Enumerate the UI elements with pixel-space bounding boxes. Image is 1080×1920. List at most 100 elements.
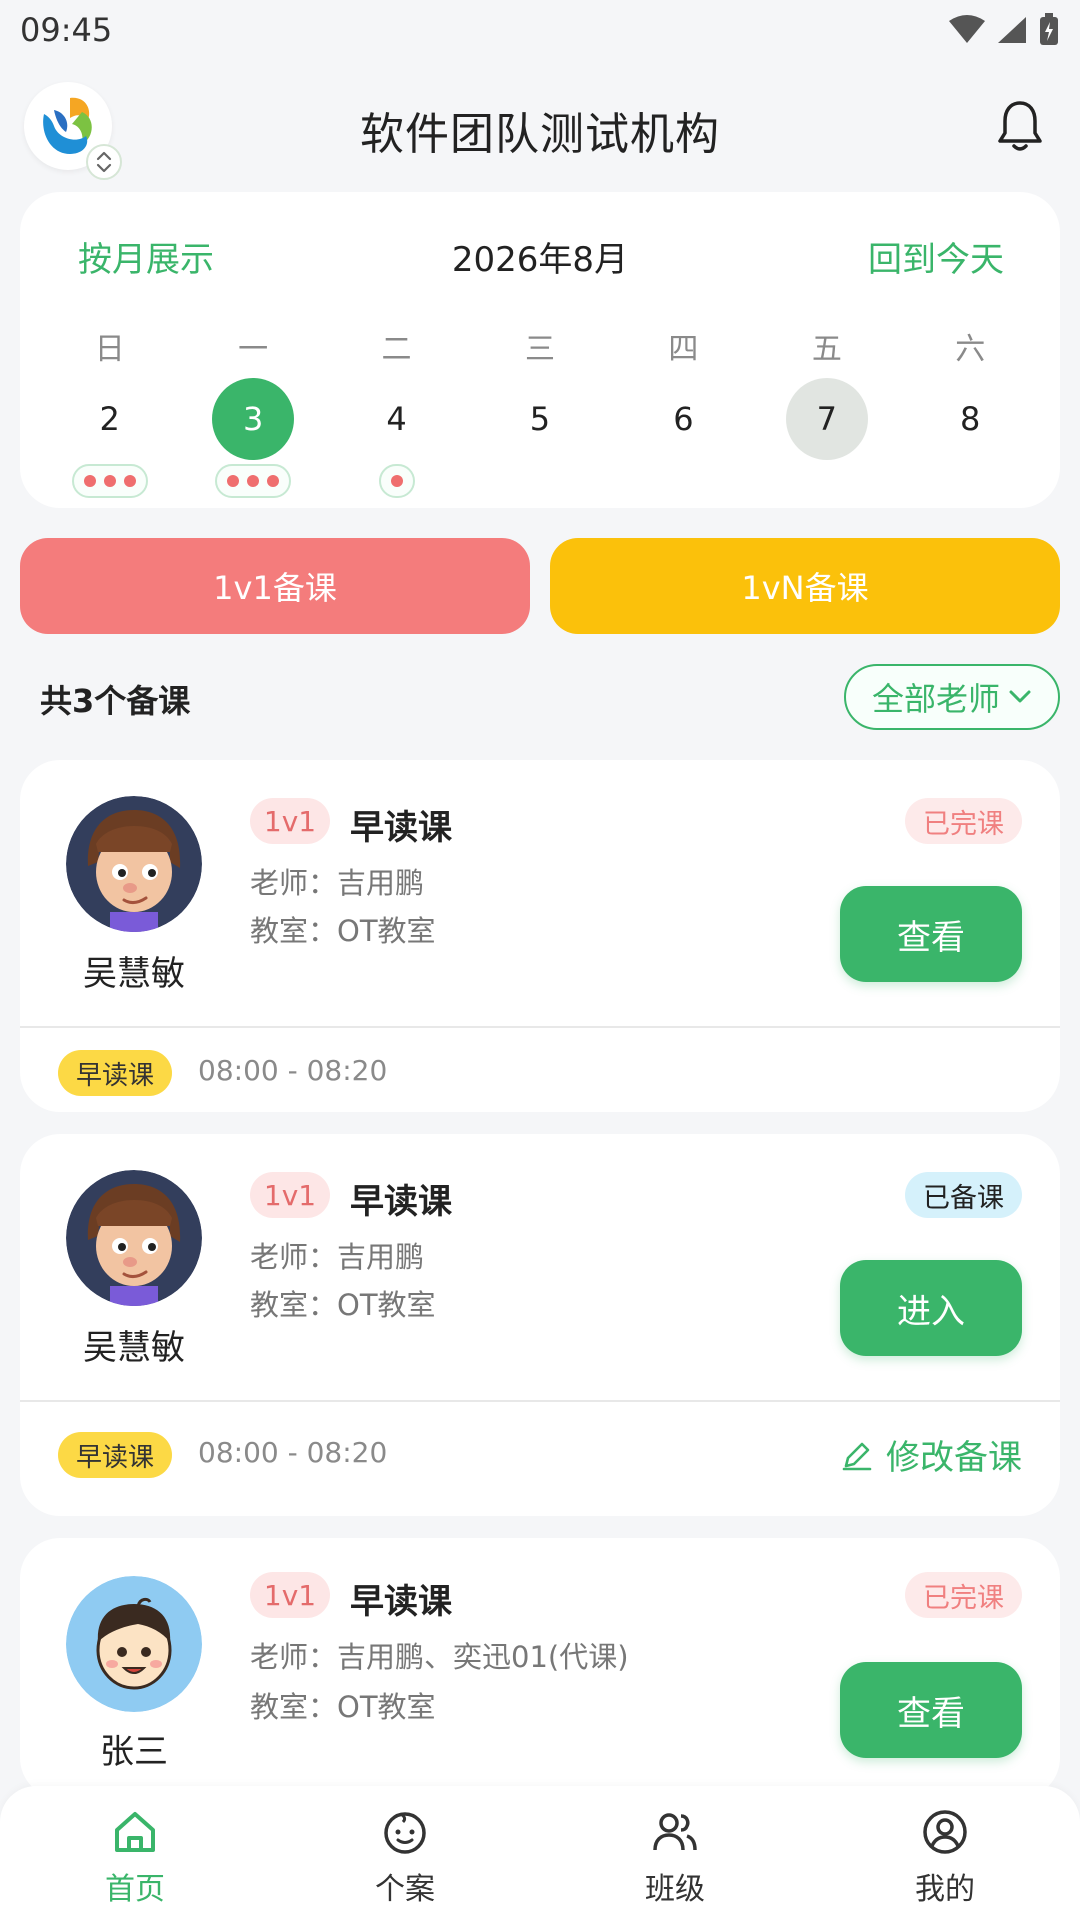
users-icon: [653, 1813, 697, 1851]
nav-classes-label: 班级: [645, 1872, 705, 1907]
student-name: 吴慧敏: [83, 1328, 185, 1368]
signal-icon: [998, 17, 1026, 43]
weekday-label: 一: [238, 332, 269, 367]
boy-avatar-icon: [66, 1576, 202, 1712]
lesson-dot: [227, 475, 240, 487]
day-number[interactable]: 3: [212, 378, 295, 460]
month-view-toggle[interactable]: 按月展示: [78, 232, 214, 281]
divider: [20, 1400, 1060, 1402]
day-number[interactable]: 8: [929, 378, 1011, 460]
day-number[interactable]: 7: [785, 378, 868, 460]
period-tag: 早读课: [58, 1432, 173, 1478]
battery-icon: [1040, 13, 1058, 45]
weekday-label: 四: [668, 332, 699, 367]
divider: [20, 1026, 1060, 1028]
period-tag: 早读课: [58, 1050, 173, 1096]
nav-classes[interactable]: 班级: [540, 1786, 810, 1920]
lesson-card[interactable]: 吴慧敏 1v1 早读课 老师：吉用鹏 教室：OT教室 已备课 进入 早读课 08…: [20, 1134, 1060, 1516]
bell-icon: [998, 101, 1042, 151]
avatar: [66, 796, 202, 932]
lesson-card[interactable]: 张三 1v1 早读课 老师：吉用鹏、奕迅01(代课) 教室：OT教室 已完课 查…: [20, 1538, 1060, 1798]
lesson-dot: [390, 475, 403, 487]
nav-home-label: 首页: [105, 1872, 165, 1907]
calendar-day[interactable]: 二4: [325, 330, 468, 498]
lesson-indicator: [378, 464, 415, 498]
lesson-dot: [103, 475, 116, 487]
prep-1v1-button[interactable]: 1v1备课: [20, 538, 530, 634]
girl-avatar-icon: [66, 1170, 202, 1306]
back-to-today-button[interactable]: 回到今天: [868, 232, 1004, 281]
nav-cases[interactable]: 个案: [270, 1786, 540, 1920]
lesson-indicator: [71, 464, 148, 498]
classroom-info: 教室：OT教室: [250, 914, 436, 948]
nav-cases-label: 个案: [375, 1872, 435, 1907]
lesson-type-tag: 1v1: [250, 1572, 330, 1618]
lesson-card[interactable]: 吴慧敏 1v1 早读课 老师：吉用鹏 教室：OT教室 已完课 查看 早读课 08…: [20, 760, 1060, 1112]
calendar-card: 按月展示 2026年8月 回到今天 日2一3二4三5四6五7六8: [20, 192, 1060, 508]
weekday-label: 五: [811, 332, 842, 367]
lesson-count: 共3个备课: [40, 682, 191, 720]
calendar-day[interactable]: 六8: [899, 330, 1042, 490]
calendar-day[interactable]: 三5: [468, 330, 611, 490]
course-name: 早读课: [350, 1582, 452, 1622]
lesson-dot: [247, 475, 260, 487]
lesson-type-tag: 1v1: [250, 1172, 330, 1218]
lesson-type-tag: 1v1: [250, 798, 330, 844]
day-number[interactable]: 5: [499, 378, 581, 460]
status-badge: 已完课: [905, 798, 1022, 844]
baby-face-icon: [384, 1812, 426, 1854]
teacher-filter-dropdown[interactable]: 全部老师: [844, 664, 1060, 730]
status-time: 09:45: [20, 11, 113, 49]
weekday-label: 六: [955, 332, 986, 367]
avatar: [66, 1576, 202, 1712]
nav-home[interactable]: 首页: [0, 1786, 270, 1920]
weekday-label: 三: [524, 332, 555, 367]
calendar-day[interactable]: 五7: [755, 330, 898, 490]
enter-button[interactable]: 进入: [840, 1260, 1022, 1356]
edit-prep-button[interactable]: 修改备课: [840, 1430, 1022, 1479]
weekday-label: 二: [381, 332, 412, 367]
teacher-filter-label: 全部老师: [871, 680, 1000, 718]
lesson-dot: [123, 475, 136, 487]
lesson-indicator: [215, 464, 292, 498]
pencil-icon: [842, 1442, 872, 1470]
avatar: [66, 1170, 202, 1306]
calendar-day[interactable]: 四6: [612, 330, 755, 490]
status-bar: 09:45: [0, 0, 1080, 60]
org-title: 软件团队测试机构: [360, 109, 720, 160]
teacher-info: 老师：吉用鹏: [250, 1240, 425, 1274]
course-name: 早读课: [350, 808, 452, 848]
week-row: 日2一3二4三5四6五7六8: [38, 330, 1042, 498]
nav-mine[interactable]: 我的: [810, 1786, 1080, 1920]
weekday-label: 日: [94, 332, 125, 367]
course-name: 早读课: [350, 1182, 452, 1222]
status-icons: [948, 13, 1060, 47]
teacher-info: 老师：吉用鹏: [250, 866, 425, 900]
time-range: 08:00 - 08:20: [198, 1054, 388, 1087]
time-range: 08:00 - 08:20: [198, 1436, 388, 1469]
status-badge: 已完课: [905, 1572, 1022, 1618]
view-button[interactable]: 查看: [840, 1662, 1022, 1758]
day-number[interactable]: 4: [356, 378, 438, 460]
lesson-dot: [83, 475, 96, 487]
home-icon: [115, 1812, 155, 1852]
nav-mine-label: 我的: [915, 1872, 975, 1907]
day-number[interactable]: 6: [642, 378, 724, 460]
classroom-info: 教室：OT教室: [250, 1288, 436, 1322]
wifi-icon: [949, 15, 985, 43]
day-number[interactable]: 2: [69, 378, 151, 460]
prep-1vn-button[interactable]: 1vN备课: [550, 538, 1060, 634]
calendar-day[interactable]: 日2: [38, 330, 181, 498]
student-name: 张三: [100, 1732, 168, 1772]
app-header: 软件团队测试机构: [0, 70, 1080, 180]
notification-button[interactable]: [990, 96, 1050, 156]
chevron-down-icon: [1009, 690, 1031, 703]
teacher-info: 老师：吉用鹏、奕迅01(代课): [250, 1640, 629, 1674]
student-name: 吴慧敏: [83, 954, 185, 994]
view-button[interactable]: 查看: [840, 886, 1022, 982]
user-circle-icon: [923, 1810, 967, 1854]
calendar-day[interactable]: 一3: [181, 330, 324, 498]
girl-avatar-icon: [66, 796, 202, 932]
status-badge: 已备课: [905, 1172, 1022, 1218]
bottom-nav: 首页 个案 班级 我的: [0, 1786, 1080, 1920]
